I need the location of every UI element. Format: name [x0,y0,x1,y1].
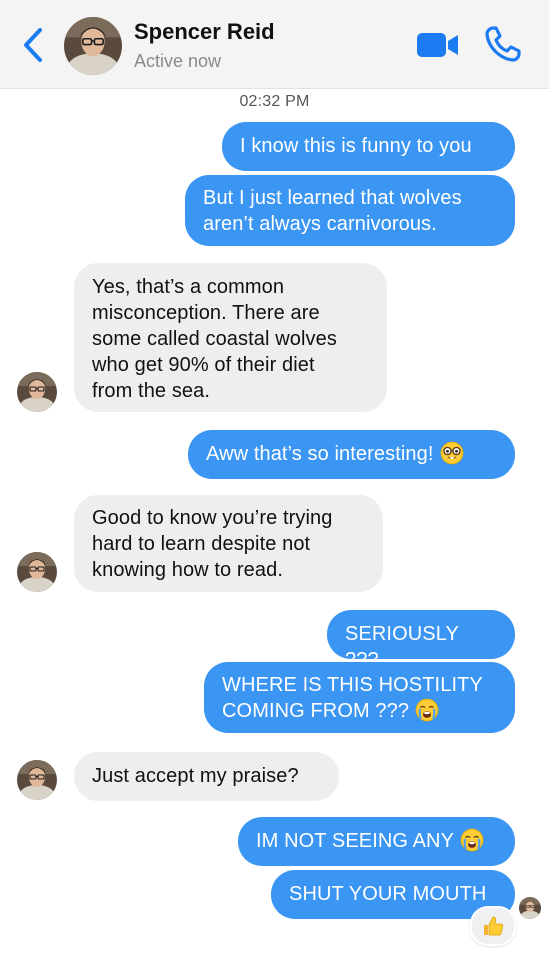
sender-avatar[interactable] [17,760,57,800]
message-line: COMING FROM ??? [222,700,410,722]
incoming-message[interactable]: Yes, that’s a common misconception. Ther… [74,263,387,412]
contact-name[interactable]: Spencer Reid [134,19,275,45]
outgoing-message[interactable]: SERIOUSLY ??? [327,610,515,671]
message-line: from the sea. [92,380,211,402]
sender-avatar[interactable] [17,552,57,592]
outgoing-message[interactable]: But I just learned that wolves aren’t al… [185,175,515,246]
thumbs-up-icon [484,916,504,936]
message-text: Just accept my praise? [92,765,299,787]
video-call-icon[interactable] [416,30,460,60]
message-line: some called coastal wolves [92,328,337,350]
sender-avatar[interactable] [17,372,57,412]
phone-call-icon[interactable] [484,25,522,63]
message-text: IM NOT SEEING ANY [256,830,455,852]
contact-avatar-icon [17,760,57,800]
incoming-message[interactable]: Just accept my praise? [74,752,339,801]
contact-avatar-icon [64,17,122,75]
message-line: Yes, that’s a common [92,276,285,298]
message-line: aren’t always carnivorous. [203,213,437,235]
back-chevron-icon[interactable] [16,26,50,64]
message-line: misconception. There are [92,302,320,324]
message-line: knowing how to read. [92,559,284,581]
outgoing-message[interactable]: I know this is funny to you [222,122,515,171]
contact-avatar-icon [17,552,57,592]
message-line: WHERE IS THIS HOSTILITY [222,674,483,696]
outgoing-message[interactable]: WHERE IS THIS HOSTILITY COMING FROM ??? [204,662,515,733]
contact-avatar-icon [519,897,541,919]
seen-receipt-avatar [519,897,541,919]
message-line: Good to know you’re trying [92,507,333,529]
crying-face-icon [460,828,484,852]
message-line: But I just learned that wolves [203,187,462,209]
outgoing-message[interactable]: Aww that’s so interesting! [188,430,515,479]
nerd-face-icon [440,441,464,465]
active-status: Active now [134,51,222,71]
incoming-message[interactable]: Good to know you’re trying hard to learn… [74,495,383,592]
chat-header: Spencer Reid Active now [0,0,549,89]
message-text: Aww that’s so interesting! [206,443,434,465]
contact-avatar-icon [17,372,57,412]
message-line: hard to learn despite not [92,533,311,555]
contact-avatar[interactable] [64,17,122,75]
message-line: who get 90% of their diet [92,354,315,376]
message-timestamp: 02:32 PM [239,93,310,110]
message-reaction[interactable] [470,906,516,946]
message-text: SHUT YOUR MOUTH [289,883,487,905]
message-text: I know this is funny to you [240,135,472,157]
outgoing-message[interactable]: IM NOT SEEING ANY [238,817,515,866]
crying-face-icon [415,698,439,722]
